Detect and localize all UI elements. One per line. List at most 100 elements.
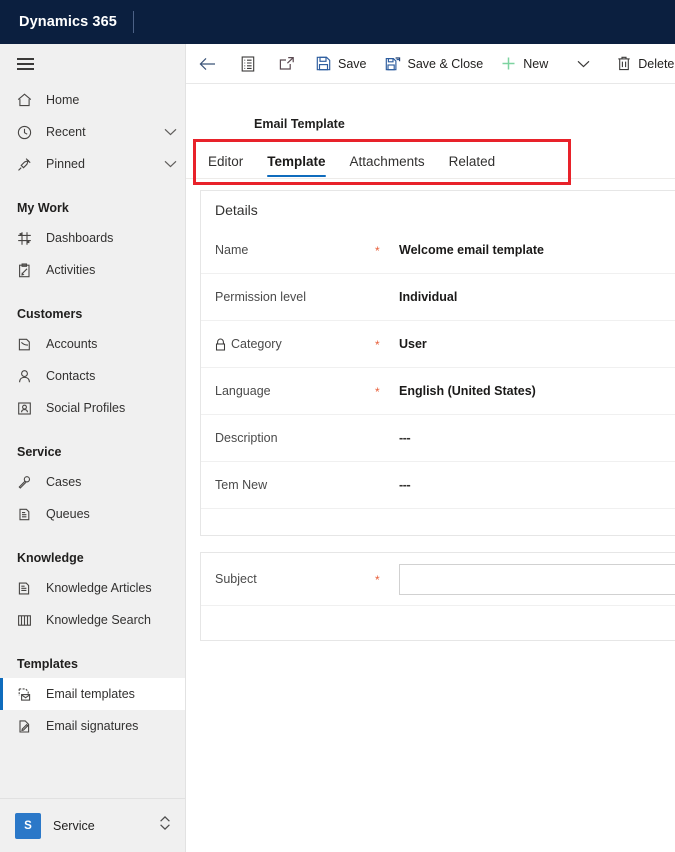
queue-icon bbox=[17, 505, 37, 523]
knowledge-search-icon bbox=[17, 611, 37, 629]
sidebar-item-label: Pinned bbox=[46, 157, 85, 171]
field-value-category[interactable]: User bbox=[399, 337, 427, 351]
sidebar-item-home[interactable]: Home bbox=[0, 84, 185, 116]
sidebar-item-accounts[interactable]: Accounts bbox=[0, 328, 185, 360]
chevron-down-icon[interactable] bbox=[164, 128, 177, 136]
sidebar-item-label: Contacts bbox=[46, 369, 96, 383]
form-list-icon bbox=[241, 55, 255, 72]
form-selector-button[interactable] bbox=[229, 44, 267, 84]
record-entity-label: Email Template bbox=[254, 117, 345, 131]
save-and-close-icon bbox=[385, 56, 401, 71]
subject-input[interactable] bbox=[399, 563, 675, 595]
required-indicator-placeholder bbox=[375, 437, 399, 439]
chevron-down-icon[interactable] bbox=[164, 160, 177, 168]
case-icon bbox=[17, 473, 37, 491]
field-label-wrap: Tem New bbox=[215, 478, 375, 492]
save-and-close-button[interactable]: Save & Close bbox=[376, 44, 493, 84]
trash-icon bbox=[617, 56, 631, 71]
popout-icon bbox=[279, 56, 295, 71]
save-button[interactable]: Save bbox=[307, 44, 376, 84]
field-value-language[interactable]: English (United States) bbox=[399, 384, 536, 398]
save-icon bbox=[316, 56, 331, 71]
back-button[interactable] bbox=[186, 44, 229, 84]
command-overflow-button[interactable] bbox=[567, 44, 600, 84]
form-body: Details Name * Welcome email template Pe… bbox=[186, 179, 675, 641]
tab-editor[interactable]: Editor bbox=[200, 154, 251, 178]
field-value-tem-new[interactable]: --- bbox=[399, 478, 411, 492]
tab-attachments[interactable]: Attachments bbox=[342, 154, 433, 178]
field-value-name[interactable]: Welcome email template bbox=[399, 243, 544, 257]
required-indicator: * bbox=[375, 573, 380, 587]
nav-group-title-knowledge: Knowledge bbox=[17, 551, 84, 565]
sidebar-item-social-profiles[interactable]: Social Profiles bbox=[0, 392, 185, 424]
new-button[interactable]: New bbox=[492, 44, 557, 84]
sidebar-item-label: Social Profiles bbox=[46, 401, 126, 415]
sidebar-item-label: Email templates bbox=[46, 687, 135, 701]
save-and-close-label: Save & Close bbox=[407, 56, 484, 71]
sidebar-item-label: Recent bbox=[46, 125, 86, 139]
field-label-wrap: Name bbox=[215, 243, 375, 257]
account-icon bbox=[17, 335, 37, 353]
card-bottom-spacer bbox=[201, 605, 675, 640]
field-row-description: Description --- bbox=[201, 414, 675, 461]
tab-template[interactable]: Template bbox=[259, 154, 333, 178]
pin-icon bbox=[17, 155, 37, 173]
up-down-chevron-icon[interactable] bbox=[159, 815, 171, 836]
chevron-down-icon bbox=[577, 60, 590, 68]
site-navigation-pane: Home Recent Pinned My Work Dashboards Ac… bbox=[0, 44, 186, 852]
home-icon bbox=[17, 91, 37, 109]
sidebar-item-contacts[interactable]: Contacts bbox=[0, 360, 185, 392]
subject-card: Subject * bbox=[200, 552, 675, 641]
sidebar-item-label: Dashboards bbox=[46, 231, 114, 245]
sidebar-item-email-templates[interactable]: Email templates bbox=[0, 678, 185, 710]
field-value-permission-level[interactable]: Individual bbox=[399, 290, 457, 304]
app-brand-bar: Dynamics 365 bbox=[0, 0, 675, 44]
sidebar-item-label: Cases bbox=[46, 475, 82, 489]
field-label: Tem New bbox=[215, 478, 268, 492]
sidebar-item-recent[interactable]: Recent bbox=[0, 116, 185, 148]
field-label-wrap: Permission level bbox=[215, 290, 375, 304]
area-switcher[interactable]: S Service bbox=[0, 798, 185, 852]
sidebar-item-pinned[interactable]: Pinned bbox=[0, 148, 185, 180]
field-label-wrap: Subject bbox=[215, 572, 375, 586]
required-indicator: * bbox=[375, 338, 380, 352]
nav-collapse-row bbox=[0, 44, 185, 84]
sidebar-item-email-signatures[interactable]: Email signatures bbox=[0, 710, 185, 742]
navigation-scroll-region: Home Recent Pinned My Work Dashboards Ac… bbox=[0, 44, 185, 798]
sidebar-item-cases[interactable]: Cases bbox=[0, 466, 185, 498]
popout-button[interactable] bbox=[267, 44, 307, 84]
field-label: Description bbox=[215, 431, 278, 445]
nav-group-title-my-work: My Work bbox=[17, 201, 69, 215]
field-row-category: Category * User bbox=[201, 320, 675, 367]
sidebar-item-label: Knowledge Articles bbox=[46, 581, 152, 595]
sidebar-item-label: Queues bbox=[46, 507, 90, 521]
delete-button[interactable]: Delete bbox=[608, 44, 675, 84]
dashboard-icon bbox=[17, 229, 37, 247]
plus-icon bbox=[501, 56, 516, 71]
field-label: Subject bbox=[215, 572, 257, 586]
sidebar-item-knowledge-articles[interactable]: Knowledge Articles bbox=[0, 572, 185, 604]
field-value-description[interactable]: --- bbox=[399, 431, 411, 445]
email-template-icon bbox=[17, 685, 37, 703]
sidebar-item-label: Home bbox=[46, 93, 80, 107]
sidebar-item-knowledge-search[interactable]: Knowledge Search bbox=[0, 604, 185, 636]
field-label-wrap: Category bbox=[215, 337, 375, 351]
sidebar-item-queues[interactable]: Queues bbox=[0, 498, 185, 530]
area-badge: S bbox=[15, 812, 41, 839]
new-label: New bbox=[523, 56, 549, 71]
tab-related[interactable]: Related bbox=[441, 154, 504, 178]
required-indicator-placeholder bbox=[375, 484, 399, 486]
sidebar-item-activities[interactable]: Activities bbox=[0, 254, 185, 286]
arrow-left-icon bbox=[199, 57, 216, 71]
hamburger-menu-icon[interactable] bbox=[17, 58, 34, 70]
delete-label: Delete bbox=[638, 56, 675, 71]
sidebar-item-label: Knowledge Search bbox=[46, 613, 151, 627]
required-indicator: * bbox=[375, 385, 380, 399]
required-indicator: * bbox=[375, 243, 380, 258]
nav-group-title-templates: Templates bbox=[17, 657, 78, 671]
card-bottom-spacer bbox=[201, 508, 675, 535]
sidebar-item-dashboards[interactable]: Dashboards bbox=[0, 222, 185, 254]
